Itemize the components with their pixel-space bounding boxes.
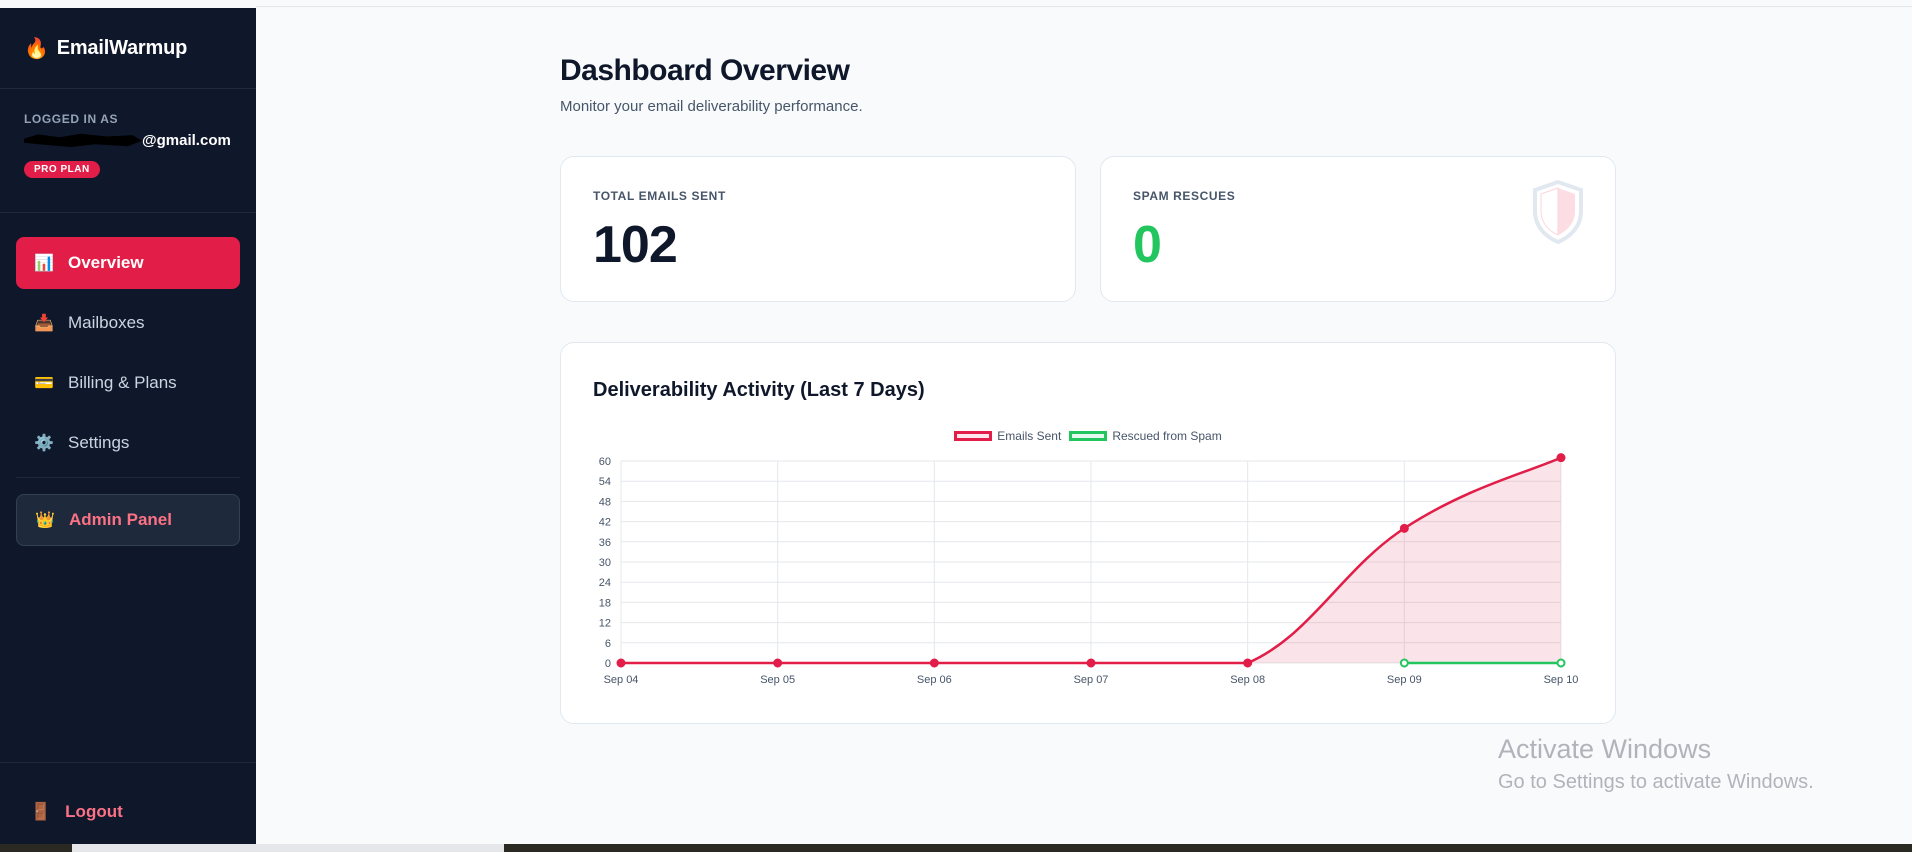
- sidebar-item-label: Overview: [68, 253, 144, 272]
- y-tick-label: 48: [599, 496, 611, 508]
- data-point: [929, 658, 939, 668]
- x-tick-label: Sep 06: [917, 674, 952, 686]
- sidebar-item-mailboxes[interactable]: 📥 Mailboxes: [16, 297, 240, 349]
- y-tick-label: 30: [599, 557, 611, 569]
- shield-icon: [1533, 179, 1583, 245]
- gear-icon: ⚙️: [34, 435, 54, 452]
- inbox-tray-icon: 📥: [34, 315, 54, 332]
- stat-card-spam-rescues: SPAM RESCUES 0: [1100, 156, 1616, 302]
- top-divider: [256, 6, 1912, 7]
- stat-label: TOTAL EMAILS SENT: [593, 189, 726, 203]
- stat-label: SPAM RESCUES: [1133, 189, 1236, 203]
- x-tick-label: Sep 04: [604, 674, 639, 686]
- divider: [0, 762, 256, 763]
- sidebar-item-label: Billing & Plans: [68, 373, 177, 392]
- taskbar: [0, 844, 1912, 852]
- sidebar-item-label: Settings: [68, 433, 130, 452]
- sidebar-item-overview[interactable]: 📊 Overview: [16, 237, 240, 289]
- user-email: @gmail.com: [24, 132, 244, 149]
- stat-value: 0: [1133, 216, 1162, 274]
- line-chart: 0 6 12 18 24 30 36 42 48 54 60 Sep 04 Sep 05 Sep 06 Se…: [599, 453, 1579, 686]
- y-tick-label: 60: [599, 456, 611, 468]
- data-point: [1086, 658, 1096, 668]
- y-tick-label: 18: [599, 597, 611, 609]
- stat-value: 102: [593, 216, 678, 274]
- divider: [0, 88, 256, 89]
- sidebar: 🔥 EmailWarmup LOGGED IN AS @gmail.com PR…: [0, 8, 256, 844]
- x-tick-label: Sep 08: [1230, 674, 1265, 686]
- page-title: Dashboard Overview: [560, 54, 850, 87]
- page-subtitle: Monitor your email deliverability perfor…: [560, 98, 863, 115]
- y-tick-label: 6: [605, 638, 611, 650]
- brand-name: EmailWarmup: [56, 37, 188, 59]
- data-point: [1399, 658, 1409, 668]
- plan-badge: PRO PLAN: [24, 161, 100, 178]
- data-point: [1556, 453, 1566, 463]
- x-tick-label: Sep 09: [1387, 674, 1422, 686]
- data-point: [1556, 658, 1566, 668]
- credit-card-icon: 💳: [34, 375, 54, 392]
- x-tick-label: Sep 07: [1074, 674, 1109, 686]
- y-tick-label: 0: [605, 658, 611, 670]
- x-tick-label: Sep 05: [760, 674, 795, 686]
- logout-label: Logout: [65, 802, 123, 821]
- y-tick-label: 36: [599, 537, 611, 549]
- door-icon: 🚪: [30, 802, 52, 821]
- stat-card-emails-sent: TOTAL EMAILS SENT 102: [560, 156, 1076, 302]
- y-tick-label: 54: [599, 476, 611, 488]
- y-tick-label: 24: [599, 577, 611, 589]
- sidebar-item-admin-panel[interactable]: 👑 Admin Panel: [16, 494, 240, 546]
- data-point: [773, 658, 783, 668]
- bar-chart-icon: 📊: [34, 255, 54, 272]
- windows-activation-watermark: Activate Windows Go to Settings to activ…: [1498, 734, 1814, 793]
- redacted-email-local: [24, 133, 142, 147]
- x-tick-label: Sep 10: [1544, 674, 1579, 686]
- y-tick-label: 12: [599, 618, 611, 630]
- brand-logo[interactable]: 🔥 EmailWarmup: [24, 36, 187, 61]
- user-info: LOGGED IN AS @gmail.com PRO PLAN: [24, 112, 244, 178]
- divider: [0, 212, 256, 213]
- data-point: [1399, 523, 1409, 533]
- logout-button[interactable]: 🚪 Logout: [30, 802, 123, 822]
- data-point: [616, 658, 626, 668]
- crown-icon: 👑: [35, 512, 55, 529]
- divider: [16, 477, 240, 478]
- y-tick-label: 42: [599, 517, 611, 529]
- sidebar-item-label: Admin Panel: [69, 510, 172, 529]
- chart-card: Deliverability Activity (Last 7 Days) Em…: [560, 342, 1616, 724]
- logged-in-label: LOGGED IN AS: [24, 112, 119, 126]
- sidebar-item-label: Mailboxes: [68, 313, 145, 332]
- sidebar-item-settings[interactable]: ⚙️ Settings: [16, 417, 240, 469]
- sidebar-item-billing[interactable]: 💳 Billing & Plans: [16, 357, 240, 409]
- flame-icon: 🔥: [24, 38, 49, 60]
- data-point: [1243, 658, 1253, 668]
